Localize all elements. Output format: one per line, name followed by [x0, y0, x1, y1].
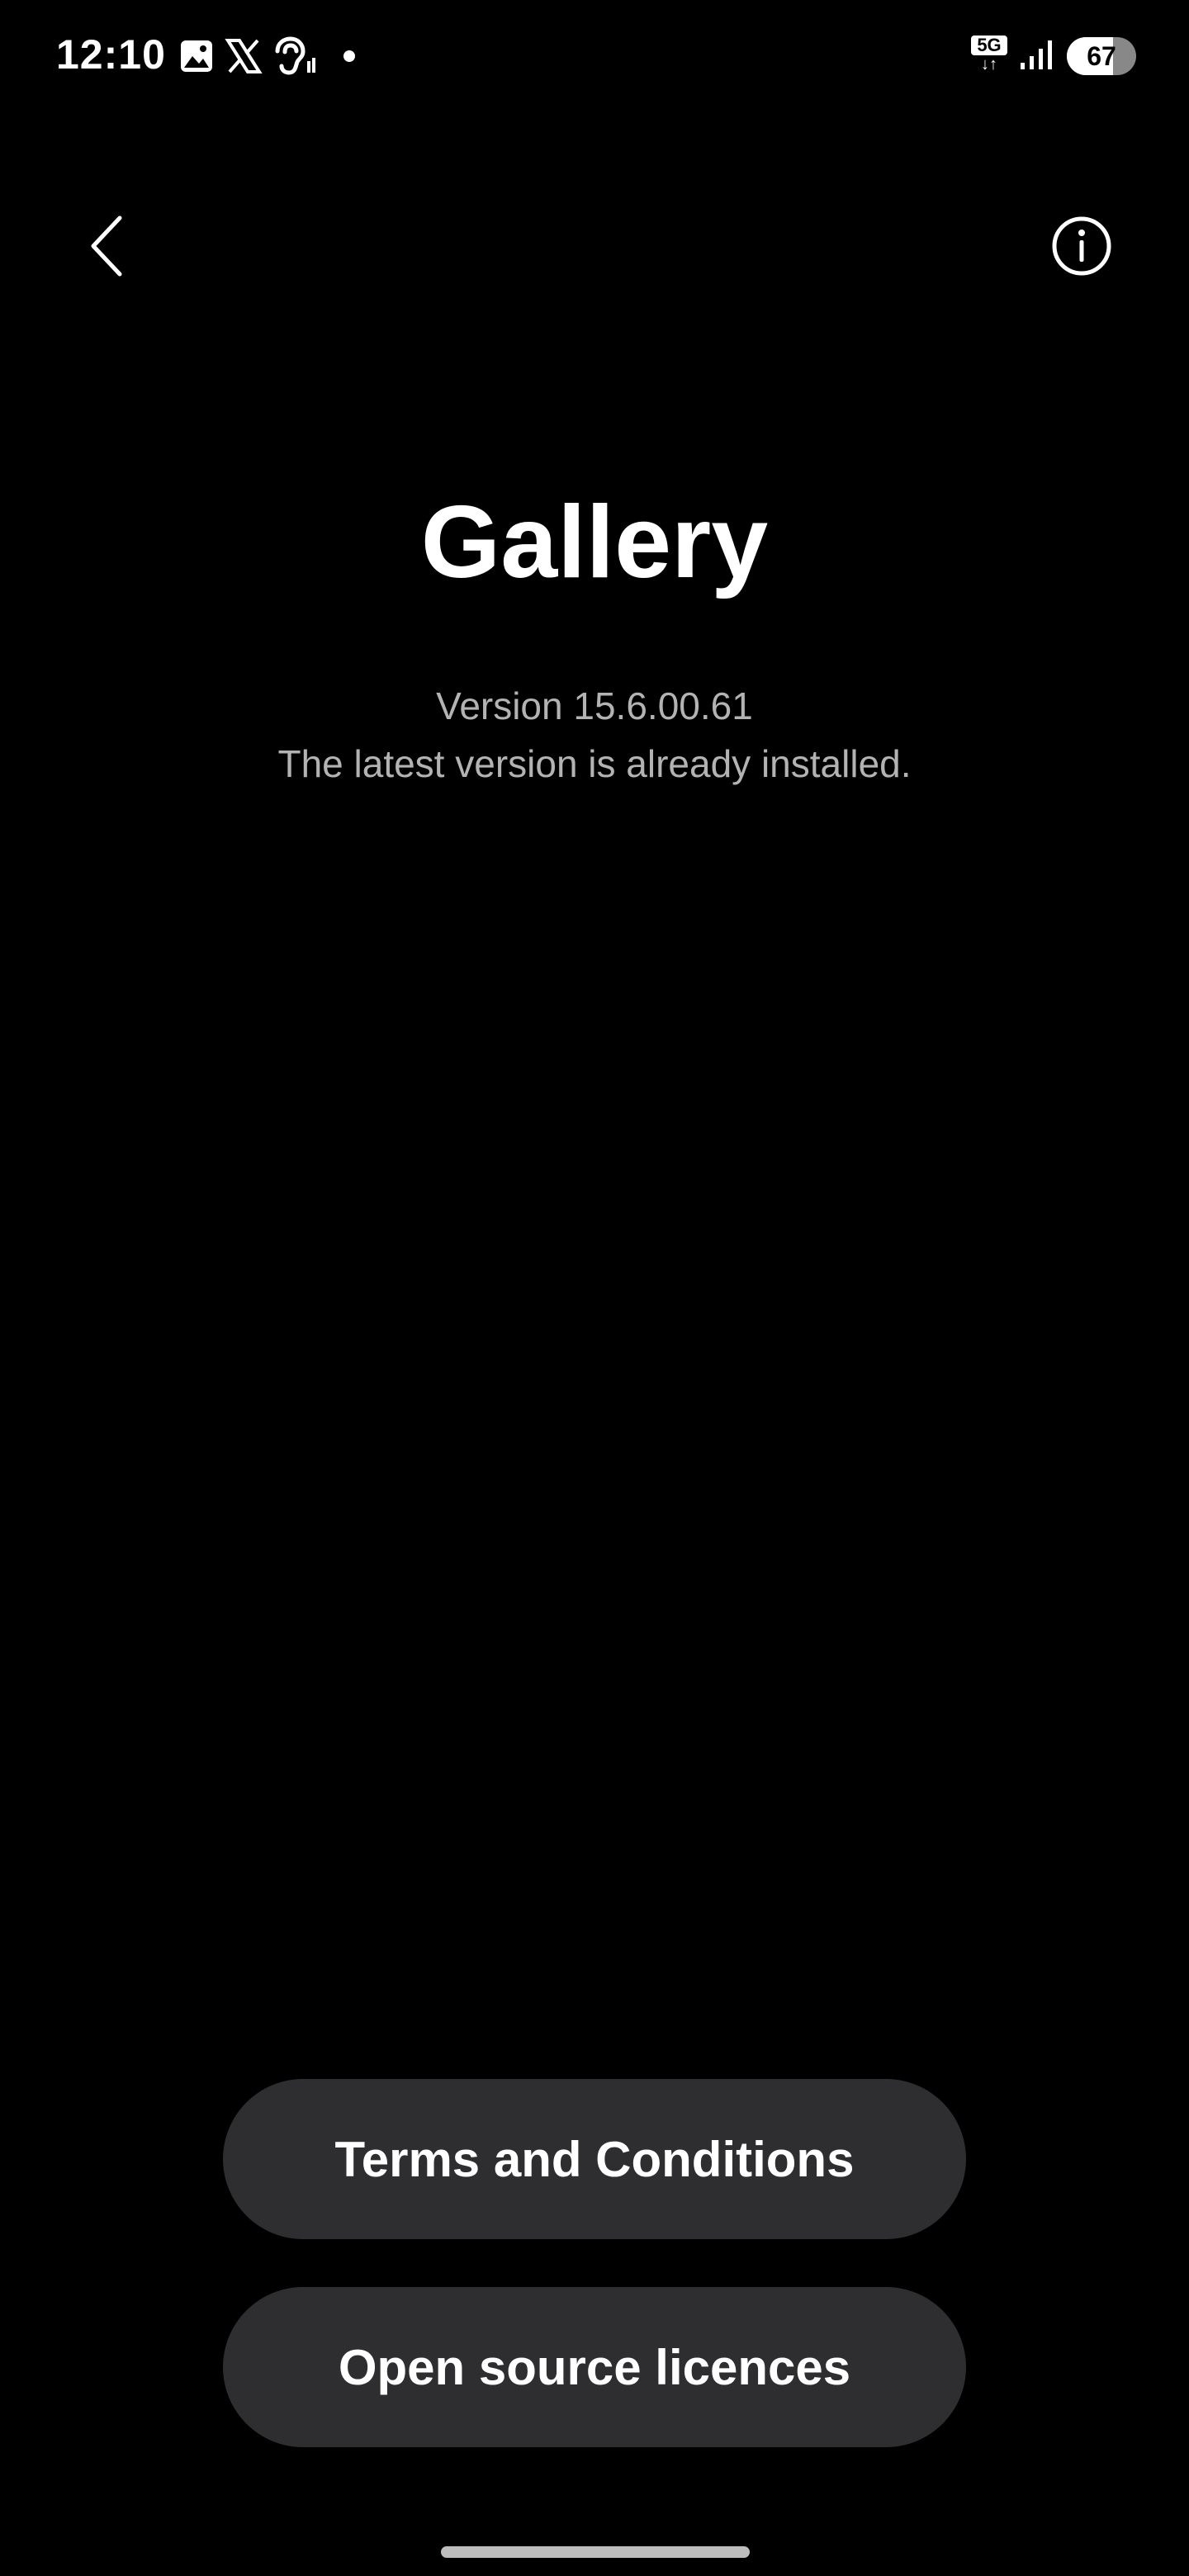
- notification-dot: [343, 50, 355, 62]
- open-source-licences-button[interactable]: Open source licences: [223, 2287, 966, 2447]
- back-button[interactable]: [66, 206, 149, 289]
- battery-level: 67: [1087, 41, 1116, 71]
- app-title: Gallery: [420, 485, 769, 599]
- data-arrows: ↓↑: [981, 55, 997, 73]
- hearing-icon: [272, 36, 317, 76]
- battery-icon: 67: [1067, 37, 1136, 75]
- gallery-notification-icon: [178, 38, 215, 74]
- app-info-button[interactable]: [1040, 206, 1123, 289]
- version-text: Version 15.6.00.61: [436, 684, 753, 727]
- system-icons: 5G ↓↑ 67: [971, 33, 1136, 79]
- chevron-left-icon: [87, 213, 128, 283]
- signal-icon: [1019, 38, 1055, 75]
- info-icon: [1050, 215, 1113, 282]
- home-indicator[interactable]: [441, 2546, 750, 2558]
- x-notification-icon: [225, 37, 263, 75]
- update-status-text: The latest version is already installed.: [277, 742, 912, 785]
- status-bar: 12:10 5G ↓↑ 67: [0, 0, 1189, 116]
- 5g-icon: 5G ↓↑: [971, 36, 1007, 77]
- status-time: 12:10: [56, 31, 166, 78]
- network-type: 5G: [971, 36, 1007, 55]
- terms-and-conditions-button[interactable]: Terms and Conditions: [223, 2079, 966, 2239]
- top-app-bar: [0, 182, 1189, 305]
- notification-icons: [178, 35, 355, 78]
